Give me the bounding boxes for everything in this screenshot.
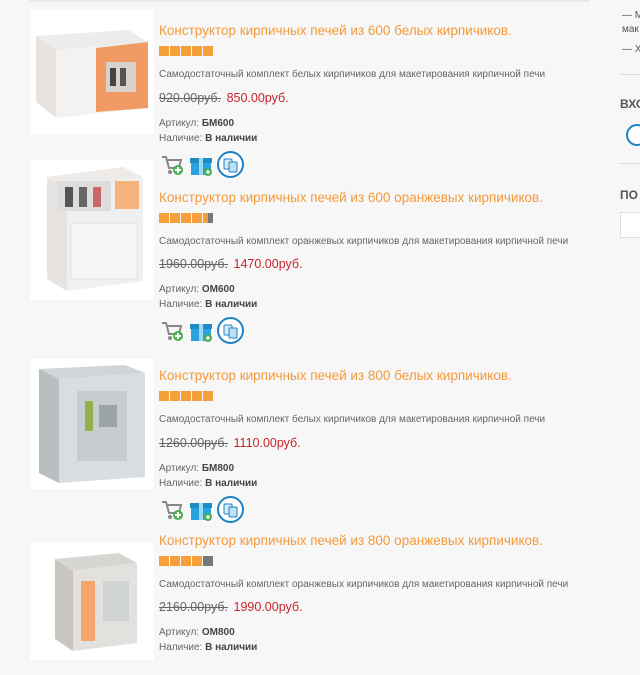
- product-actions: [159, 317, 589, 344]
- product-thumbnail[interactable]: [30, 359, 154, 489]
- search-input[interactable]: [620, 212, 640, 238]
- star-icon: [170, 391, 180, 401]
- sidebar-divider: [620, 74, 640, 75]
- star-icon: [181, 213, 191, 223]
- sku-label: Артикул:: [159, 284, 202, 295]
- product-image-box-white: [36, 30, 148, 118]
- product-card: Конструктор кирпичных печей из 800 оранж…: [30, 510, 590, 675]
- product-description: Самодостаточный комплект оранжевых кирпи…: [159, 236, 569, 247]
- sku-label: Артикул:: [159, 118, 202, 129]
- star-half-icon: [203, 213, 213, 223]
- product-description: Самодостаточный комплект белых кирпичико…: [159, 414, 546, 425]
- star-icon: [181, 556, 191, 566]
- gift-icon: [189, 323, 212, 342]
- stock-label: Наличие:: [159, 299, 206, 310]
- product-image-box-orange-800: [33, 545, 151, 657]
- sku-value: БМ600: [201, 118, 235, 129]
- product-prices: 1960.00руб. 1470.00руб.: [159, 257, 589, 271]
- add-to-wishlist-button[interactable]: [188, 318, 213, 343]
- stock-label: Наличие:: [159, 642, 206, 653]
- add-to-cart-button[interactable]: [159, 318, 184, 343]
- star-icon: [159, 556, 169, 566]
- product-meta: Артикул: БМ800 Наличие: В наличии: [159, 461, 589, 491]
- star-icon: [203, 391, 213, 401]
- sidebar-heading-search: ПО: [620, 188, 638, 202]
- product-card: Конструктор кирпичных печей из 600 оранж…: [30, 160, 590, 344]
- product-meta: Артикул: ОМ800 Наличие: В наличии: [159, 625, 589, 655]
- rating-stars: [159, 213, 589, 223]
- new-price: 1470.00руб.: [233, 257, 303, 271]
- star-icon: [170, 556, 180, 566]
- product-title-link[interactable]: Конструктор кирпичных печей из 600 белых…: [159, 22, 589, 40]
- star-icon: [203, 46, 213, 56]
- star-icon: [192, 391, 202, 401]
- product-image-box-orange: [47, 167, 143, 291]
- sidebar-link-continued[interactable]: мак: [622, 24, 639, 35]
- sidebar-divider: [620, 163, 640, 164]
- star-icon: [159, 391, 169, 401]
- star-empty-icon: [203, 556, 213, 566]
- product-meta: Артикул: ОМ600 Наличие: В наличии: [159, 282, 589, 312]
- star-icon: [159, 213, 169, 223]
- product-card: Конструктор кирпичных печей из 800 белых…: [30, 345, 590, 523]
- product-meta: Артикул: БМ600 Наличие: В наличии: [159, 116, 589, 146]
- sku-label: Артикул:: [159, 627, 202, 638]
- rating-stars: [159, 556, 589, 566]
- product-thumbnail[interactable]: [30, 160, 154, 300]
- right-sidebar: — М мак — Х ВХО ПО: [610, 0, 640, 663]
- new-price: 1990.00руб.: [233, 600, 303, 614]
- old-price: 1260.00руб.: [159, 436, 229, 450]
- product-thumbnail[interactable]: [30, 10, 154, 134]
- rating-stars: [159, 391, 589, 401]
- product-description: Самодостаточный комплект оранжевых кирпи…: [159, 579, 569, 590]
- sku-value: ОМ800: [201, 627, 235, 638]
- product-image-box-white-800: [33, 361, 151, 487]
- star-icon: [181, 391, 191, 401]
- compare-button[interactable]: [217, 317, 244, 344]
- stock-label: Наличие:: [159, 478, 206, 489]
- star-icon: [159, 46, 169, 56]
- product-prices: 1260.00руб. 1110.00руб.: [159, 436, 589, 450]
- old-price: 920.00руб.: [159, 91, 222, 105]
- star-icon: [192, 556, 202, 566]
- star-icon: [170, 213, 180, 223]
- stock-value: В наличии: [205, 299, 258, 310]
- sidebar-heading-login: ВХО: [620, 97, 640, 111]
- product-card: Конструктор кирпичных печей из 600 белых…: [30, 0, 590, 178]
- product-prices: 2160.00руб. 1990.00руб.: [159, 600, 589, 614]
- user-icon[interactable]: [626, 124, 640, 146]
- star-icon: [181, 46, 191, 56]
- product-title-link[interactable]: Конструктор кирпичных печей из 800 белых…: [159, 367, 589, 385]
- stock-label: Наличие:: [159, 133, 206, 144]
- old-price: 2160.00руб.: [159, 600, 229, 614]
- stock-value: В наличии: [205, 478, 258, 489]
- old-price: 1960.00руб.: [159, 257, 229, 271]
- compare-icon: [223, 324, 237, 338]
- new-price: 850.00руб.: [226, 91, 289, 105]
- product-prices: 920.00руб. 850.00руб.: [159, 91, 589, 105]
- product-title-link[interactable]: Конструктор кирпичных печей из 600 оранж…: [159, 189, 589, 207]
- sidebar-link[interactable]: — М: [622, 10, 640, 21]
- sku-value: БМ800: [201, 463, 235, 474]
- product-description: Самодостаточный комплект белых кирпичико…: [159, 69, 546, 80]
- cart-add-icon: [161, 321, 183, 341]
- stock-value: В наличии: [205, 133, 258, 144]
- star-icon: [170, 46, 180, 56]
- star-icon: [192, 213, 202, 223]
- sku-value: ОМ600: [201, 284, 235, 295]
- product-title-link[interactable]: Конструктор кирпичных печей из 800 оранж…: [159, 532, 589, 550]
- sidebar-link[interactable]: — Х: [622, 44, 640, 55]
- star-icon: [192, 46, 202, 56]
- new-price: 1110.00руб.: [233, 436, 301, 450]
- rating-stars: [159, 46, 589, 56]
- sku-label: Артикул:: [159, 463, 202, 474]
- product-thumbnail[interactable]: [30, 542, 154, 660]
- stock-value: В наличии: [205, 642, 258, 653]
